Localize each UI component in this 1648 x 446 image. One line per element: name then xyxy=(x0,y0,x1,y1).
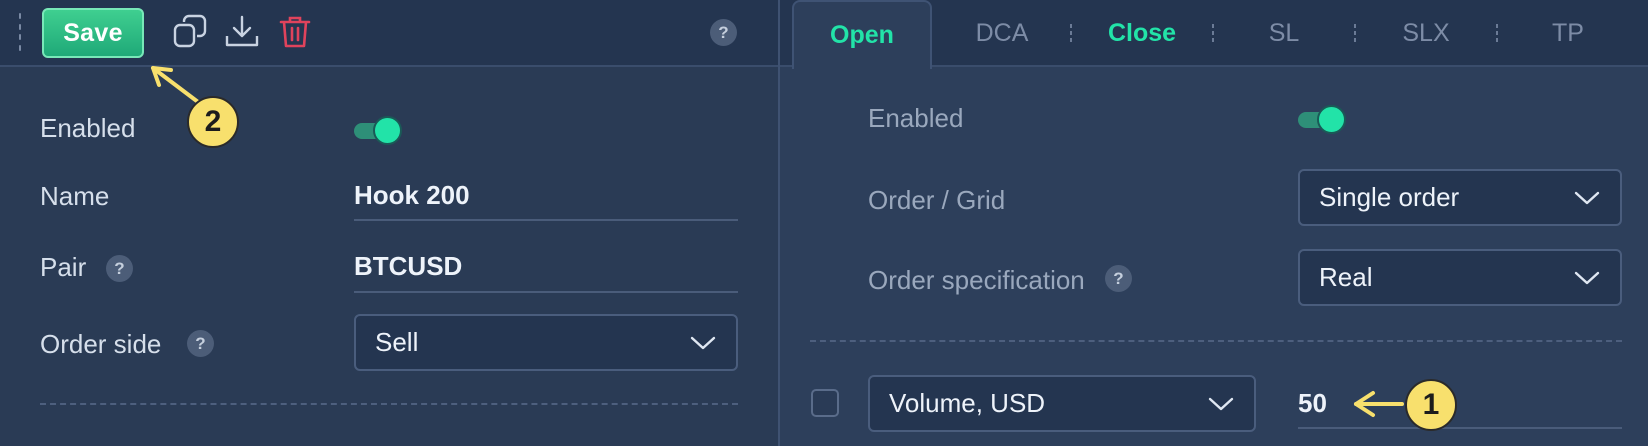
order-side-label: Order side xyxy=(40,329,162,359)
pair-help-icon[interactable]: ? xyxy=(106,255,133,282)
enabled-label: Enabled xyxy=(40,113,136,143)
order-side-select[interactable]: Sell xyxy=(354,314,738,371)
open-enabled-label: Enabled xyxy=(868,103,964,133)
annotation-badge-1: 1 xyxy=(1405,379,1457,431)
tab-tp[interactable]: TP xyxy=(1498,0,1638,67)
save-button[interactable]: Save xyxy=(42,8,144,58)
order-side-value: Sell xyxy=(375,327,419,357)
section-divider xyxy=(810,340,1622,342)
annotation-badge-2: 2 xyxy=(187,96,239,148)
order-spec-value: Real xyxy=(1319,262,1373,292)
order-spec-select[interactable]: Real xyxy=(1298,249,1622,306)
toolbar: Save ? xyxy=(0,0,778,67)
tab-bar: Open DCA Close SL SLX TP xyxy=(780,0,1648,69)
order-grid-select[interactable]: Single order xyxy=(1298,169,1622,226)
open-enabled-toggle[interactable] xyxy=(1298,104,1346,134)
volume-type-value: Volume, USD xyxy=(889,388,1046,418)
volume-value: 50 xyxy=(1298,388,1327,418)
order-spec-label: Order specification xyxy=(868,265,1085,295)
tab-slx[interactable]: SLX xyxy=(1356,0,1496,67)
volume-input[interactable]: 50 xyxy=(1298,388,1622,429)
order-settings-panel: Open DCA Close SL SLX TP Enabled Order /… xyxy=(780,0,1648,446)
tab-close[interactable]: Close xyxy=(1072,0,1212,67)
chevron-down-icon xyxy=(690,336,716,349)
name-label: Name xyxy=(40,181,110,211)
tab-dca[interactable]: DCA xyxy=(932,0,1072,67)
download-icon[interactable] xyxy=(224,14,260,50)
copy-icon[interactable] xyxy=(172,14,208,50)
drag-handle-icon[interactable] xyxy=(19,13,23,51)
volume-checkbox[interactable] xyxy=(811,389,839,417)
pair-label: Pair xyxy=(40,252,87,282)
enabled-toggle[interactable] xyxy=(354,115,402,145)
order-grid-label: Order / Grid xyxy=(868,185,1006,215)
order-grid-value: Single order xyxy=(1319,182,1460,212)
volume-type-select[interactable]: Volume, USD xyxy=(868,375,1256,432)
pair-input[interactable]: BTCUSD xyxy=(354,251,738,293)
tab-open[interactable]: Open xyxy=(792,0,932,69)
chevron-down-icon xyxy=(1574,191,1600,204)
trash-icon[interactable] xyxy=(277,14,313,50)
chevron-down-icon xyxy=(1574,271,1600,284)
name-input[interactable]: Hook 200 xyxy=(354,180,738,221)
order-side-help-icon[interactable]: ? xyxy=(187,330,214,357)
name-value: Hook 200 xyxy=(354,180,470,210)
order-spec-help-icon[interactable]: ? xyxy=(1105,265,1132,292)
help-icon[interactable]: ? xyxy=(710,19,737,46)
section-divider xyxy=(40,403,738,405)
chevron-down-icon xyxy=(1208,397,1234,410)
strategy-settings-panel: Save ? Enabled Name Hook 200 Pair ? BTCU… xyxy=(0,0,778,446)
tab-sl[interactable]: SL xyxy=(1214,0,1354,67)
pair-value: BTCUSD xyxy=(354,251,463,281)
